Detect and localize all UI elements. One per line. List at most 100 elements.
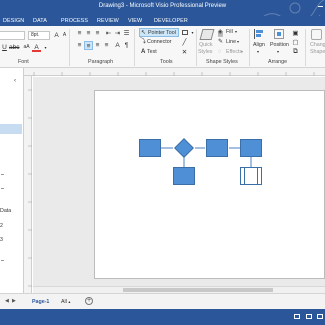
text-button[interactable]: A Text — [139, 48, 179, 57]
scrollbar-thumb[interactable] — [123, 288, 273, 292]
separator — [196, 29, 197, 66]
tab-design[interactable]: DESIGN — [1, 17, 26, 26]
increase-indent-icon[interactable]: ⇥ — [113, 29, 122, 38]
pointer-tool-button[interactable]: ↖ Pointer Tool — [139, 28, 179, 37]
collapse-pane-icon[interactable]: ‹ — [14, 78, 16, 84]
align-center-icon[interactable]: ≡ — [84, 41, 93, 50]
add-page-icon[interactable]: + — [85, 297, 93, 305]
font-color-icon[interactable]: A — [32, 43, 41, 52]
align-shapes-icon — [254, 29, 264, 39]
effects-label: Effects — [226, 49, 243, 55]
font-color-dropdown-icon[interactable]: ▾ — [41, 43, 50, 52]
selection-handle — [244, 168, 245, 184]
group-label-paragraph: Paragraph — [88, 59, 114, 65]
connector-label: Connector — [147, 39, 172, 45]
position-button[interactable]: Position ▾ — [268, 28, 290, 58]
group-label-tools: Tools — [160, 59, 173, 65]
pane-item-2[interactable]: 2 — [0, 222, 3, 230]
change-shape-label-line2: Shape — [310, 49, 325, 55]
zoom-icon[interactable] — [317, 314, 323, 319]
tab-data[interactable]: DATA — [31, 17, 49, 26]
pane-scroll-mark — [1, 188, 4, 189]
tab-all-pages[interactable]: All ▴ — [61, 298, 70, 306]
effects-icon: ◌ — [218, 49, 222, 55]
case-icon[interactable]: aA — [22, 43, 31, 52]
close-x-icon[interactable]: ✕ — [180, 48, 189, 57]
line-dropdown-icon: ▾ — [237, 39, 240, 44]
tab-page-1[interactable]: Page-1 — [32, 298, 49, 306]
pointer-icon: ↖ — [141, 30, 147, 36]
selected-shape-outline[interactable] — [240, 167, 262, 185]
underline-icon[interactable]: U — [0, 43, 9, 52]
font-name-box[interactable] — [0, 31, 25, 40]
separator — [69, 29, 70, 66]
pane-item-3[interactable]: 3 — [0, 236, 3, 244]
align-left-icon[interactable]: ≡ — [75, 41, 84, 50]
process-shape-2[interactable] — [206, 139, 228, 157]
position-label: Position — [270, 42, 289, 48]
change-shape-button[interactable]: Change Shape — [307, 28, 325, 58]
justify-icon[interactable]: ≡ — [102, 41, 111, 50]
line-tool-icon[interactable]: ╱ — [180, 38, 189, 47]
selected-stencil-item[interactable] — [0, 124, 22, 134]
process-shape-1[interactable] — [139, 139, 161, 157]
decrease-indent-icon[interactable]: ⇤ — [104, 29, 113, 38]
vertical-ruler — [24, 76, 32, 293]
align-button[interactable]: Align ▾ — [251, 28, 267, 58]
text-tool-label: Text — [147, 49, 157, 55]
tab-view[interactable]: VIEW — [126, 17, 144, 26]
align-dropdown-icon: ▾ — [257, 49, 260, 54]
send-backward-icon[interactable]: ▢ — [291, 38, 300, 47]
align-middle-icon[interactable]: ≡ — [84, 29, 93, 38]
process-shape-3[interactable] — [240, 139, 262, 157]
selection-handle — [257, 168, 258, 184]
fill-button[interactable]: ◈ Fill ▾ — [218, 28, 248, 37]
group-label-arrange: Arrange — [268, 59, 288, 65]
separator — [134, 29, 135, 66]
paragraph-options-icon[interactable]: ¶ — [122, 41, 131, 50]
horizontal-scrollbar[interactable] — [33, 286, 325, 293]
pane-scroll-mark — [1, 260, 4, 261]
all-pages-dropdown-icon: ▴ — [68, 299, 71, 304]
bullets-icon[interactable]: ☰ — [122, 29, 131, 38]
pane-item-data[interactable]: Data — [0, 207, 11, 215]
text-direction-icon[interactable]: A — [113, 41, 122, 50]
all-pages-label: All — [61, 299, 67, 305]
line-pen-icon: ✎ — [218, 39, 224, 45]
group-icon[interactable]: ⧉ — [291, 47, 300, 56]
line-button[interactable]: ✎ Line ▾ — [218, 38, 248, 47]
effects-button[interactable]: ◌ Effects ▾ — [218, 48, 248, 57]
group-label-font: Font — [18, 59, 29, 65]
connector-button[interactable]: ⤵ Connector — [139, 38, 179, 47]
fit-page-icon[interactable] — [306, 314, 312, 319]
scroll-left-icon[interactable]: ◀ — [5, 298, 9, 304]
quick-styles-icon — [199, 29, 215, 40]
ribbon: 8pt. A A U abc aA A ▾ Font ≡ ≡ ≡ ⇤ ⇥ ☰ ≡… — [0, 26, 325, 68]
tab-review[interactable]: REVIEW — [95, 17, 121, 26]
process-shape-4[interactable] — [173, 167, 195, 185]
page-tabs-bar: ◀ ▶ Page-1 All ▴ + — [0, 293, 325, 309]
line-label: Line — [226, 39, 237, 45]
drawing-page[interactable] — [94, 90, 325, 279]
title-bar: Drawing3 - Microsoft Visio Professional … — [0, 0, 325, 30]
scroll-right-icon[interactable]: ▶ — [12, 298, 16, 304]
ribbon-tabs: DESIGN DATA PROCESS REVIEW VIEW DEVELOPE… — [0, 16, 325, 26]
shrink-font-icon[interactable]: A — [60, 31, 69, 40]
position-icon — [274, 29, 284, 39]
group-label-shape-styles: Shape Styles — [206, 59, 238, 65]
separator — [305, 29, 306, 66]
font-size-box[interactable]: 8pt. — [28, 31, 50, 40]
fill-dropdown-icon: ▾ — [235, 29, 238, 34]
minimize-icon[interactable] — [318, 6, 323, 7]
tab-developer[interactable]: DEVELOPER — [152, 17, 190, 26]
bring-forward-icon[interactable]: ▣ — [291, 29, 300, 38]
align-right-icon[interactable]: ≡ — [93, 41, 102, 50]
align-top-icon[interactable]: ≡ — [75, 29, 84, 38]
view-icon[interactable] — [294, 314, 300, 319]
quick-styles-button[interactable]: Quick Styles — [198, 28, 216, 58]
align-bottom-icon[interactable]: ≡ — [93, 29, 102, 38]
position-dropdown-icon: ▾ — [277, 49, 280, 54]
strikethrough-icon[interactable]: abc — [9, 43, 19, 52]
window-title: Drawing3 - Microsoft Visio Professional … — [98, 3, 227, 9]
tab-process[interactable]: PROCESS — [59, 17, 90, 26]
